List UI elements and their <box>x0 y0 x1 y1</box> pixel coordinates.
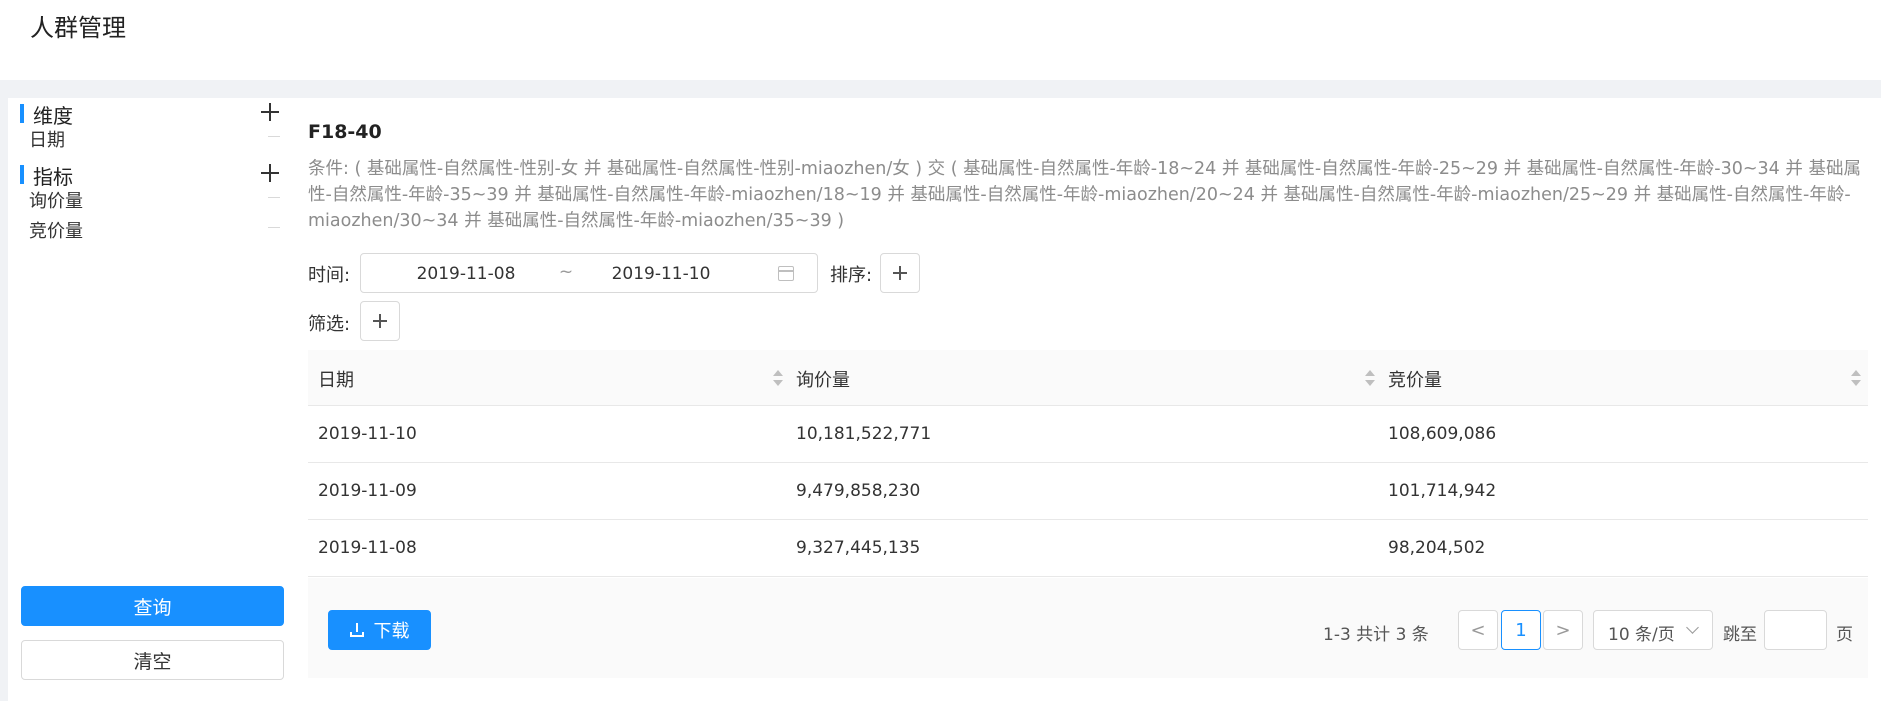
column-header-date[interactable]: 日期 <box>318 366 354 392</box>
page-header: 人群管理 <box>0 0 1881 80</box>
sidebar-item-inquiry[interactable]: 询价量 <box>29 187 83 213</box>
date-range-picker[interactable]: 2019-11-08 ~ 2019-11-10 <box>360 253 818 293</box>
table-footer: 下载 1-3 共计 3 条 < 1 > 10 条/页 跳至 页 <box>308 578 1868 678</box>
cell-inquiry: 9,479,858,230 <box>796 481 921 501</box>
section-accent-bar <box>20 165 24 184</box>
download-button[interactable]: 下载 <box>328 610 431 650</box>
cell-bid: 101,714,942 <box>1388 481 1497 501</box>
page-size-select[interactable]: 10 条/页 <box>1593 610 1713 650</box>
column-header-inquiry[interactable]: 询价量 <box>796 366 850 392</box>
add-sort-button[interactable] <box>880 253 920 293</box>
jump-page-input[interactable] <box>1764 610 1827 650</box>
sort-icon[interactable] <box>1365 370 1375 388</box>
section-accent-bar <box>20 104 24 123</box>
remove-date-dash-icon[interactable] <box>268 136 280 137</box>
cell-date: 2019-11-10 <box>318 424 417 444</box>
column-header-bid[interactable]: 竞价量 <box>1388 366 1442 392</box>
remove-inquiry-dash-icon[interactable] <box>268 197 280 198</box>
remove-bid-dash-icon[interactable] <box>268 227 280 228</box>
cell-bid: 98,204,502 <box>1388 538 1486 558</box>
pagination-total: 1-3 共计 3 条 <box>1323 625 1429 645</box>
sort-icon[interactable] <box>1851 370 1861 388</box>
download-label: 下载 <box>373 621 410 642</box>
dimension-title: 维度 <box>33 104 73 128</box>
download-icon <box>349 623 364 637</box>
date-end[interactable]: 2019-11-10 <box>551 264 771 284</box>
cell-bid: 108,609,086 <box>1388 424 1497 444</box>
plus-icon <box>893 266 907 280</box>
add-metric-icon[interactable] <box>261 164 279 182</box>
jump-label: 跳至 <box>1723 625 1757 645</box>
page-unit-label: 页 <box>1836 625 1853 645</box>
sidebar-item-date[interactable]: 日期 <box>29 126 65 152</box>
page-title: 人群管理 <box>30 14 126 42</box>
time-label: 时间: <box>308 265 351 286</box>
filter-label: 筛选: <box>308 314 351 335</box>
table-row: 2019-11-08 9,327,445,135 98,204,502 <box>308 520 1868 577</box>
main-card: 维度 日期 指标 询价量 竞价量 查询 清空 F18-40 条件: ( 基础属性… <box>8 98 1881 701</box>
sort-label: 排序: <box>830 265 873 286</box>
date-start[interactable]: 2019-11-08 <box>361 264 571 284</box>
sort-icon[interactable] <box>773 370 783 388</box>
add-filter-button[interactable] <box>360 301 400 341</box>
next-page-button[interactable]: > <box>1543 610 1583 650</box>
cell-date: 2019-11-08 <box>318 538 417 558</box>
clear-button[interactable]: 清空 <box>21 640 284 680</box>
query-button[interactable]: 查询 <box>21 586 284 626</box>
cell-inquiry: 9,327,445,135 <box>796 538 921 558</box>
cohort-conditions: 条件: ( 基础属性-自然属性-性别-女 并 基础属性-自然属性-性别-miao… <box>308 159 1861 231</box>
table-header: 日期 询价量 竞价量 <box>308 350 1868 406</box>
sidebar-item-bid[interactable]: 竞价量 <box>29 217 83 243</box>
chevron-down-icon <box>1686 621 1699 634</box>
calendar-icon <box>778 266 794 281</box>
metric-title: 指标 <box>33 165 73 189</box>
cohort-name: F18-40 <box>308 121 382 143</box>
table-row: 2019-11-10 10,181,522,771 108,609,086 <box>308 406 1868 463</box>
add-dimension-icon[interactable] <box>261 103 279 121</box>
cell-date: 2019-11-09 <box>318 481 417 501</box>
page-size-value: 10 条/页 <box>1608 625 1675 645</box>
page-1-button[interactable]: 1 <box>1501 610 1541 650</box>
prev-page-button[interactable]: < <box>1458 610 1498 650</box>
table-row: 2019-11-09 9,479,858,230 101,714,942 <box>308 463 1868 520</box>
plus-icon <box>373 314 387 328</box>
cell-inquiry: 10,181,522,771 <box>796 424 932 444</box>
dimension-section-header: 维度 <box>20 100 290 128</box>
metric-section-header: 指标 <box>20 161 290 189</box>
